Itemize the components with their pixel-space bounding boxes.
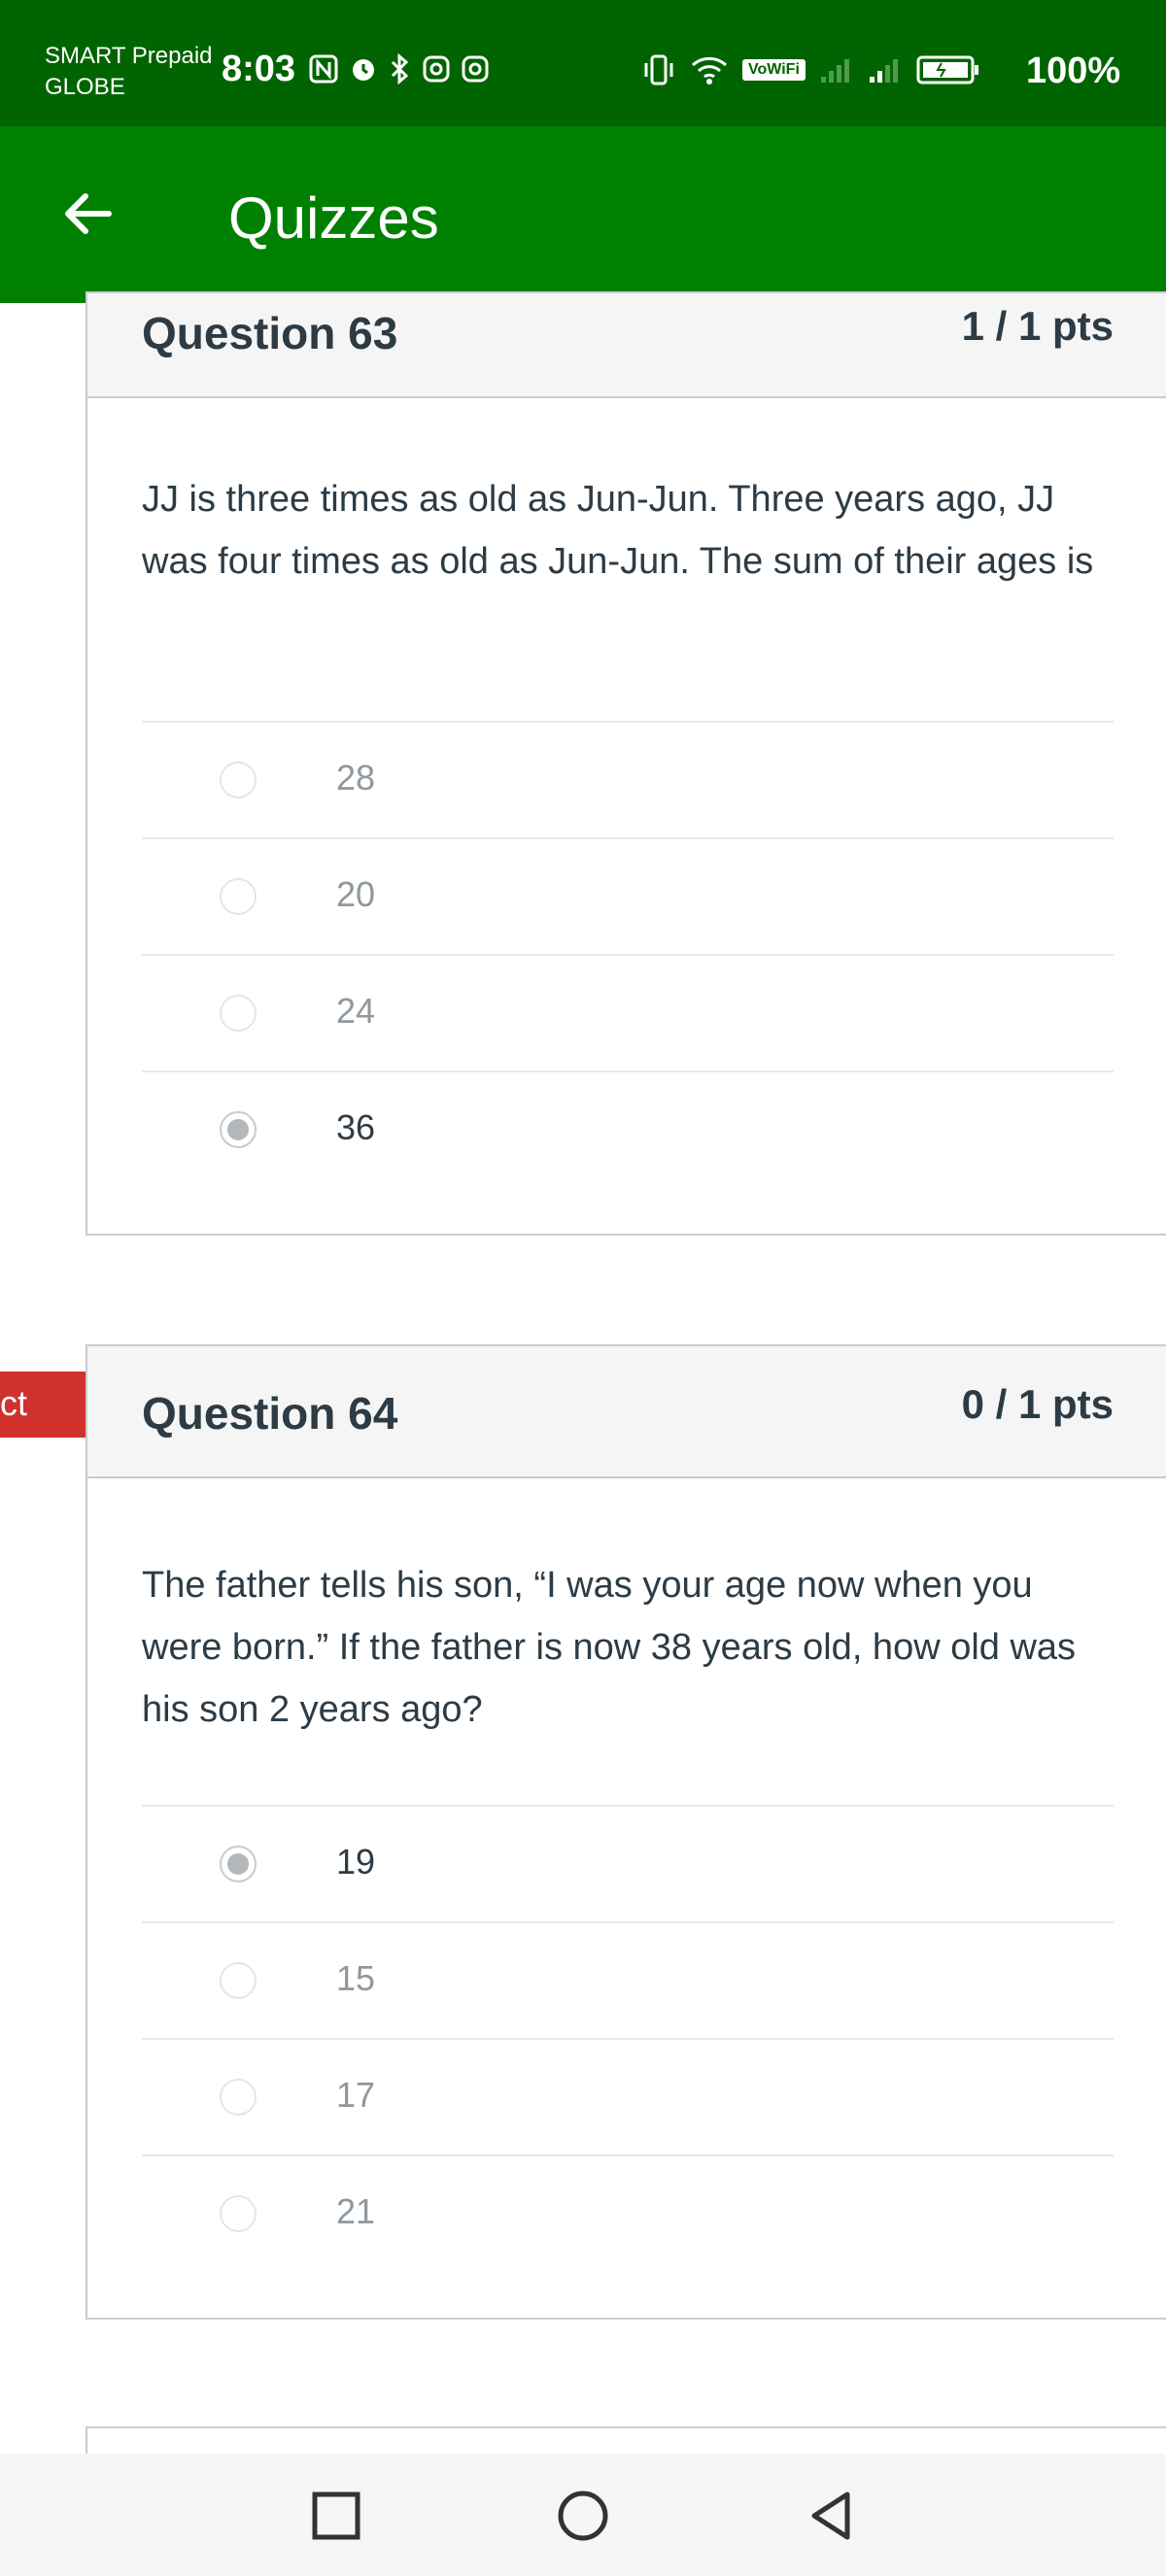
answer-label: 24: [336, 991, 376, 1031]
question-header: Question 64 0 / 1 pts: [87, 1346, 1166, 1478]
answer-option[interactable]: 17: [142, 2038, 1114, 2154]
instagram-icon: [461, 53, 490, 85]
notification-icons: [309, 53, 490, 85]
battery-percentage: 100%: [1026, 51, 1121, 91]
vowifi-label: VoWiFi: [742, 59, 806, 81]
answer-label: 19: [336, 1842, 376, 1881]
answer-option[interactable]: 20: [142, 837, 1114, 954]
question-title: Question 64: [142, 1388, 398, 1439]
answer-label: 20: [336, 874, 376, 914]
radio-button[interactable]: [220, 1962, 257, 1999]
answer-option[interactable]: 36: [142, 1070, 1114, 1187]
home-icon[interactable]: [554, 2487, 612, 2545]
radio-button-selected[interactable]: [220, 1846, 257, 1882]
answer-option[interactable]: 28: [142, 721, 1114, 837]
radio-button[interactable]: [220, 2195, 257, 2232]
radio-button[interactable]: [220, 995, 257, 1032]
nfc-icon: [309, 53, 338, 85]
question-text: JJ is three times as old as Jun-Jun. Thr…: [142, 479, 1094, 582]
navigation-bar: [0, 2454, 1166, 2576]
vibrate-icon: [641, 53, 676, 86]
signal-icon: [868, 55, 903, 85]
question-text: The father tells his son, “I was your ag…: [142, 1565, 1077, 1730]
recent-apps-icon[interactable]: [307, 2487, 365, 2545]
radio-button[interactable]: [220, 878, 257, 915]
back-arrow-icon[interactable]: [58, 185, 117, 243]
answer-list: 28 20 24 36: [142, 721, 1114, 1187]
back-icon[interactable]: [803, 2487, 861, 2545]
carrier-line-1: SMART Prepaid: [45, 43, 213, 69]
wifi-icon: [690, 54, 729, 85]
answer-label: 21: [336, 2191, 376, 2231]
answer-option[interactable]: 24: [142, 954, 1114, 1070]
radio-button-selected[interactable]: [220, 1111, 257, 1148]
app-bar: Quizzes: [0, 126, 1166, 303]
answer-option[interactable]: 21: [142, 2154, 1114, 2271]
system-icons: VoWiFi: [641, 53, 980, 86]
question-points: 0 / 1 pts: [961, 1381, 1114, 1427]
status-time: 8:03: [222, 49, 296, 89]
answer-label: 15: [336, 1958, 376, 1998]
answer-label: 17: [336, 2075, 376, 2115]
question-card: Question 64 0 / 1 pts The father tells h…: [86, 1344, 1166, 2320]
bluetooth-icon: [389, 53, 412, 85]
status-bar: SMART Prepaid GLOBE 8:03 VoWiFi 100%: [0, 0, 1166, 126]
carrier-name: SMART Prepaid GLOBE: [45, 41, 213, 103]
answer-option[interactable]: 15: [142, 1921, 1114, 2038]
carrier-line-2: GLOBE: [45, 74, 125, 100]
radio-button[interactable]: [220, 2079, 257, 2116]
answer-list: 19 15 17 21: [142, 1805, 1114, 2271]
question-header: Question 63 1 / 1 pts: [87, 293, 1166, 398]
signal-icon: [819, 55, 854, 85]
incorrect-flag-label: ct: [0, 1383, 28, 1423]
page-title: Quizzes: [228, 186, 439, 251]
answer-label: 28: [336, 758, 376, 797]
question-title: Question 63: [142, 308, 398, 358]
answer-label: 36: [336, 1107, 376, 1147]
answer-option[interactable]: 19: [142, 1805, 1114, 1921]
alarm-icon: [348, 53, 379, 85]
battery-icon: [916, 54, 980, 85]
instagram-icon: [422, 53, 451, 85]
vowifi-icon: VoWiFi: [742, 59, 806, 81]
question-points: 1 / 1 pts: [961, 303, 1114, 349]
question-card: Question 63 1 / 1 pts JJ is three times …: [86, 291, 1166, 1236]
radio-button[interactable]: [220, 762, 257, 798]
